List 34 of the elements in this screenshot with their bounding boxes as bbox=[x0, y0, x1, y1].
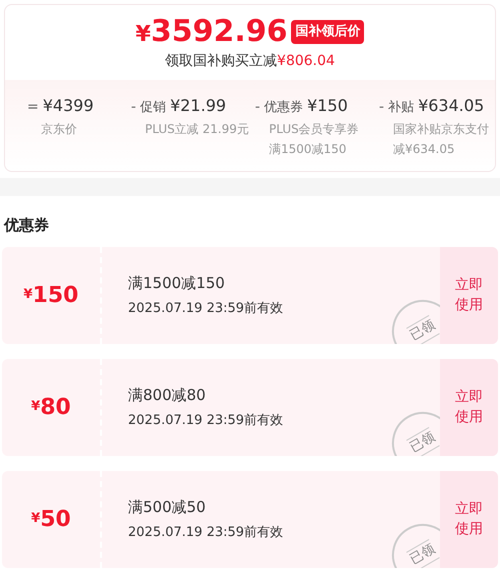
operator-sign: - bbox=[379, 98, 384, 117]
item-amount: ¥634.05 bbox=[418, 95, 484, 117]
use-now-button[interactable]: 立即使用 bbox=[440, 358, 498, 456]
item-note: 国家补贴京东支付 bbox=[392, 121, 490, 138]
item-note: PLUS立减 21.99元 bbox=[144, 121, 250, 138]
use-now-button[interactable]: 立即使用 bbox=[440, 470, 498, 568]
item-note: 京东价 bbox=[40, 121, 78, 138]
coupon-amount: ¥150 bbox=[2, 246, 102, 344]
subtitle-text: 领取国补购买立减 bbox=[165, 52, 278, 71]
item-amount: ¥150 bbox=[307, 95, 348, 117]
operator-sign: - bbox=[131, 98, 136, 117]
final-price: ¥3592.96 bbox=[136, 17, 288, 47]
coupon-validity: 2025.07.19 23:59前有效 bbox=[128, 300, 284, 318]
coupon-validity: 2025.07.19 23:59前有效 bbox=[128, 412, 284, 430]
operator-sign: - bbox=[255, 98, 260, 117]
operator-sign: = bbox=[27, 98, 39, 117]
coupon-condition: 满500减50 bbox=[128, 497, 207, 518]
coupon-validity: 2025.07.19 23:59前有效 bbox=[128, 524, 284, 542]
item-amount: ¥21.99 bbox=[170, 95, 226, 117]
item-note: PLUS会员专享券 bbox=[268, 121, 360, 138]
coupon-amount: ¥50 bbox=[2, 470, 102, 568]
use-now-button[interactable]: 立即使用 bbox=[440, 246, 498, 344]
price-badge: 国补领后价 bbox=[291, 20, 364, 44]
item-note: 满1500减150 bbox=[268, 141, 348, 158]
item-label: 优惠券 bbox=[264, 99, 304, 117]
item-amount: ¥4399 bbox=[42, 95, 94, 117]
saving-amount: ¥806.04 bbox=[277, 52, 335, 71]
item-label: 促销 bbox=[140, 99, 166, 117]
coupon-condition: 满1500减150 bbox=[128, 273, 226, 294]
coupon-amount: ¥80 bbox=[2, 358, 102, 456]
item-note: 减¥634.05 bbox=[392, 141, 456, 158]
section-title: 优惠券 bbox=[2, 215, 50, 236]
coupon-condition: 满800减80 bbox=[128, 385, 207, 406]
item-label: 补贴 bbox=[388, 99, 414, 117]
